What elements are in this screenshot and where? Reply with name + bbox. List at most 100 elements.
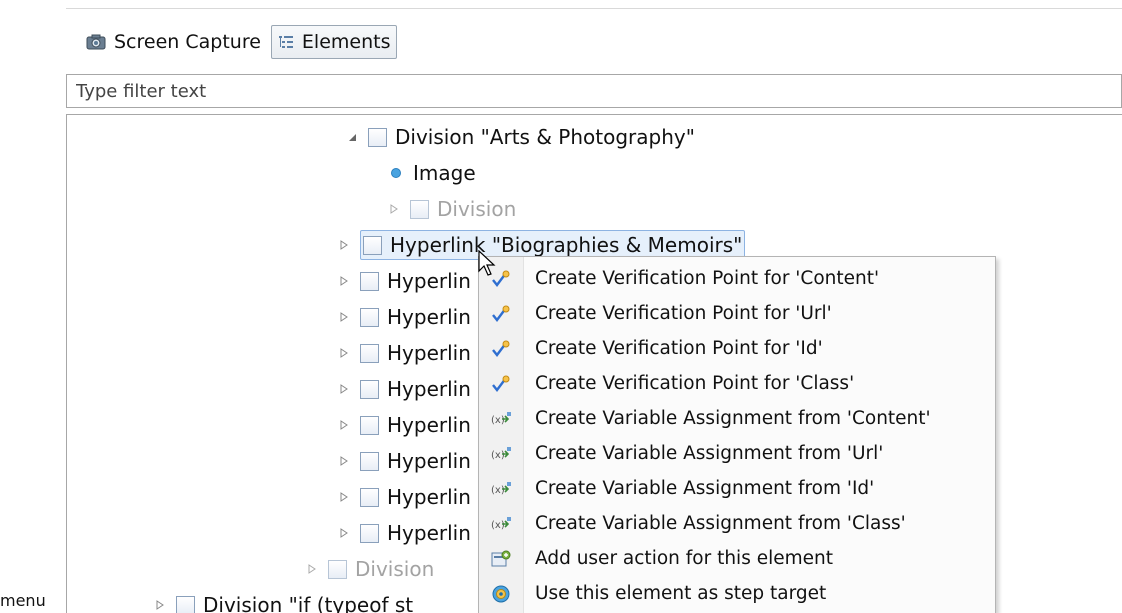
leaf-dot-icon (391, 168, 401, 178)
element-box-icon (176, 595, 195, 613)
filter-input[interactable] (76, 75, 1121, 107)
tree-row-label: Division (355, 557, 435, 581)
menu-item-label: Create Verification Point for 'Url' (535, 303, 832, 324)
tree-row[interactable]: Hyperlin (339, 479, 471, 515)
camera-icon (86, 34, 106, 50)
tree-row[interactable]: Hyperlin (339, 407, 471, 443)
top-divider (66, 8, 1122, 9)
verification-point-icon (479, 375, 523, 393)
svg-text:(x): (x) (491, 485, 505, 496)
variable-assignment-icon: (x) (479, 445, 523, 463)
menu-item-va-url[interactable]: (x) Create Variable Assignment from 'Url… (479, 436, 995, 471)
tree-row[interactable]: Image (387, 155, 476, 191)
element-box-icon (360, 487, 379, 507)
svg-text:(x): (x) (491, 450, 505, 461)
screen-capture-button[interactable]: Screen Capture (80, 25, 267, 59)
collapsed-twisty-icon[interactable] (339, 419, 349, 431)
collapsed-twisty-icon[interactable] (339, 347, 349, 359)
tree-row[interactable]: Division (389, 191, 516, 227)
element-box-icon (368, 127, 387, 147)
elements-tree-icon (278, 35, 294, 49)
expanded-twisty-icon[interactable] (347, 131, 357, 143)
tree-row-label: Division (437, 197, 517, 221)
tree-row[interactable]: Hyperlin (339, 443, 471, 479)
element-box-icon (360, 451, 379, 471)
variable-assignment-icon: (x) (479, 480, 523, 498)
tree-row-label: Division "if (typeof st (203, 593, 414, 613)
mouse-pointer-icon (478, 249, 496, 280)
tree-row[interactable]: Division "if (typeof st (155, 587, 413, 613)
tree-row-label: Hyperlin (387, 413, 471, 437)
element-box-icon (360, 379, 379, 399)
element-box-icon (328, 559, 347, 579)
element-box-icon (360, 523, 379, 543)
elements-label: Elements (301, 31, 391, 53)
tree-row-label: Hyperlin (387, 521, 471, 545)
element-box-icon (410, 199, 429, 219)
menu-item-label: Create Verification Point for 'Content' (535, 268, 880, 289)
collapsed-twisty-icon[interactable] (339, 491, 349, 503)
menu-item-label: Use this element as step target (535, 583, 827, 604)
tree-row[interactable]: Hyperlin (339, 263, 471, 299)
verification-point-icon (479, 305, 523, 323)
tree-row-label: Hyperlin (387, 269, 471, 293)
screen-capture-label: Screen Capture (114, 31, 261, 53)
verification-point-icon (479, 340, 523, 358)
collapsed-twisty-icon[interactable] (339, 455, 349, 467)
element-box-icon (360, 415, 379, 435)
view-toolbar: Screen Capture Elements (80, 24, 398, 60)
menu-item-label: Add user action for this element (535, 548, 833, 569)
step-target-icon (479, 584, 523, 604)
svg-text:(x): (x) (491, 520, 505, 531)
tree-row-label: Hyperlin (387, 305, 471, 329)
menu-item-vp-content[interactable]: Create Verification Point for 'Content' (479, 261, 995, 296)
menu-item-va-class[interactable]: (x) Create Variable Assignment from 'Cla… (479, 506, 995, 541)
collapsed-twisty-icon[interactable] (339, 383, 349, 395)
collapsed-twisty-icon[interactable] (307, 563, 317, 575)
tree-row[interactable]: Hyperlin (339, 515, 471, 551)
tree-row[interactable]: Hyperlin (339, 299, 471, 335)
menu-item-step-target[interactable]: Use this element as step target (479, 576, 995, 611)
variable-assignment-icon: (x) (479, 410, 523, 428)
element-box-icon (360, 307, 379, 327)
tree-row-label: Division "Arts & Photography" (395, 125, 695, 149)
menu-item-vp-url[interactable]: Create Verification Point for 'Url' (479, 296, 995, 331)
tree-row-label: Hyperlin (387, 485, 471, 509)
collapsed-twisty-icon[interactable] (389, 203, 399, 215)
menu-item-va-content[interactable]: (x) Create Variable Assignment from 'Con… (479, 401, 995, 436)
tree-row-label: Hyperlin (387, 341, 471, 365)
tree-row[interactable]: Hyperlin (339, 371, 471, 407)
collapsed-twisty-icon[interactable] (339, 275, 349, 287)
tree-row-label: Hyperlin (387, 449, 471, 473)
caption-label: menu (0, 591, 46, 610)
collapsed-twisty-icon[interactable] (155, 599, 165, 611)
collapsed-twisty-icon[interactable] (339, 239, 349, 251)
tree-row-label: Image (413, 161, 476, 185)
menu-item-label: Create Variable Assignment from 'Class' (535, 513, 906, 534)
tree-row[interactable]: Division (307, 551, 434, 587)
menu-item-vp-class[interactable]: Create Verification Point for 'Class' (479, 366, 995, 401)
menu-item-vp-id[interactable]: Create Verification Point for 'Id' (479, 331, 995, 366)
menu-item-label: Create Verification Point for 'Class' (535, 373, 855, 394)
collapsed-twisty-icon[interactable] (339, 311, 349, 323)
variable-assignment-icon: (x) (479, 515, 523, 533)
menu-item-label: Create Verification Point for 'Id' (535, 338, 823, 359)
tree-row[interactable]: Division "Arts & Photography" (347, 119, 695, 155)
collapsed-twisty-icon[interactable] (339, 527, 349, 539)
element-box-icon (360, 343, 379, 363)
menu-item-label: Create Variable Assignment from 'Content… (535, 408, 931, 429)
user-action-icon (479, 550, 523, 568)
filter-field (66, 74, 1122, 108)
menu-item-va-id[interactable]: (x) Create Variable Assignment from 'Id' (479, 471, 995, 506)
menu-item-label: Create Variable Assignment from 'Url' (535, 443, 884, 464)
svg-text:(x): (x) (491, 415, 505, 426)
context-menu: Create Verification Point for 'Content' … (478, 256, 996, 613)
menu-item-add-user-action[interactable]: Add user action for this element (479, 541, 995, 576)
element-box-icon (360, 271, 379, 291)
tree-row-label: Hyperlin (387, 377, 471, 401)
elements-button[interactable]: Elements (270, 25, 398, 59)
tree-row[interactable]: Hyperlin (339, 335, 471, 371)
menu-item-label: Create Variable Assignment from 'Id' (535, 478, 875, 499)
tree-row-label: Hyperlink "Biographies & Memoirs" (390, 233, 743, 257)
element-box-icon (363, 235, 382, 255)
